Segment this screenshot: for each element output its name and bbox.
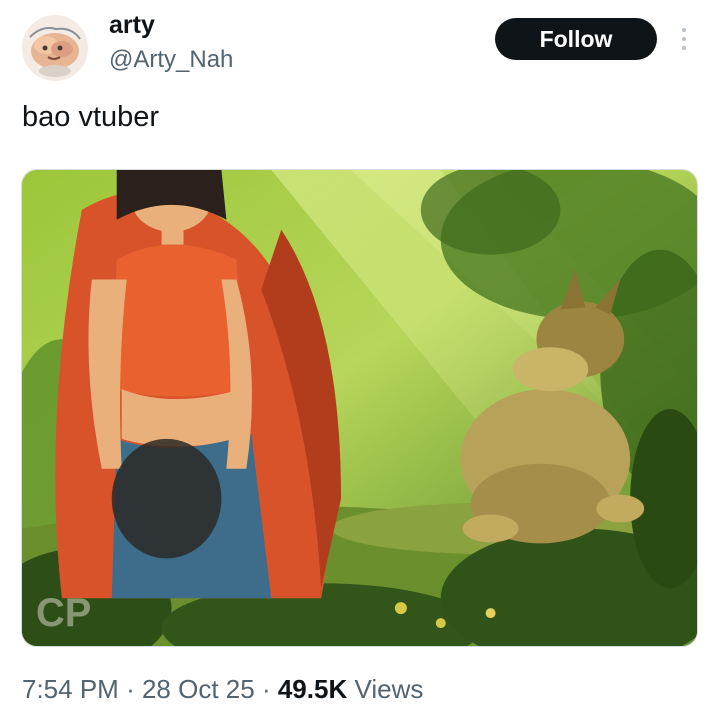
tweet-header: arty @Arty_Nah Follow	[0, 0, 716, 85]
tweet-meta: 7:54 PM · 28 Oct 25 · 49.5K Views	[22, 672, 423, 706]
views-label: Views	[354, 674, 424, 704]
meta-separator: ·	[261, 674, 271, 704]
tweet-date[interactable]: 28 Oct 25	[142, 674, 255, 704]
avatar-illustration	[22, 15, 88, 81]
tweet-time[interactable]: 7:54 PM	[22, 674, 119, 704]
author-display-name[interactable]: arty	[109, 10, 155, 40]
media-watermark: CP	[36, 591, 91, 635]
tweet: arty @Arty_Nah Follow bao vtuber CP 7:54…	[0, 0, 716, 727]
views-count[interactable]: 49.5K	[278, 674, 347, 704]
more-dots-icon[interactable]	[676, 25, 692, 53]
tweet-media-image[interactable]: CP	[21, 169, 698, 647]
avatar[interactable]	[22, 15, 88, 81]
author-handle[interactable]: @Arty_Nah	[109, 45, 233, 75]
media-illustration: CP	[22, 170, 697, 646]
meta-separator: ·	[126, 674, 135, 704]
follow-button[interactable]: Follow	[495, 18, 657, 60]
tweet-text: bao vtuber	[22, 101, 160, 133]
